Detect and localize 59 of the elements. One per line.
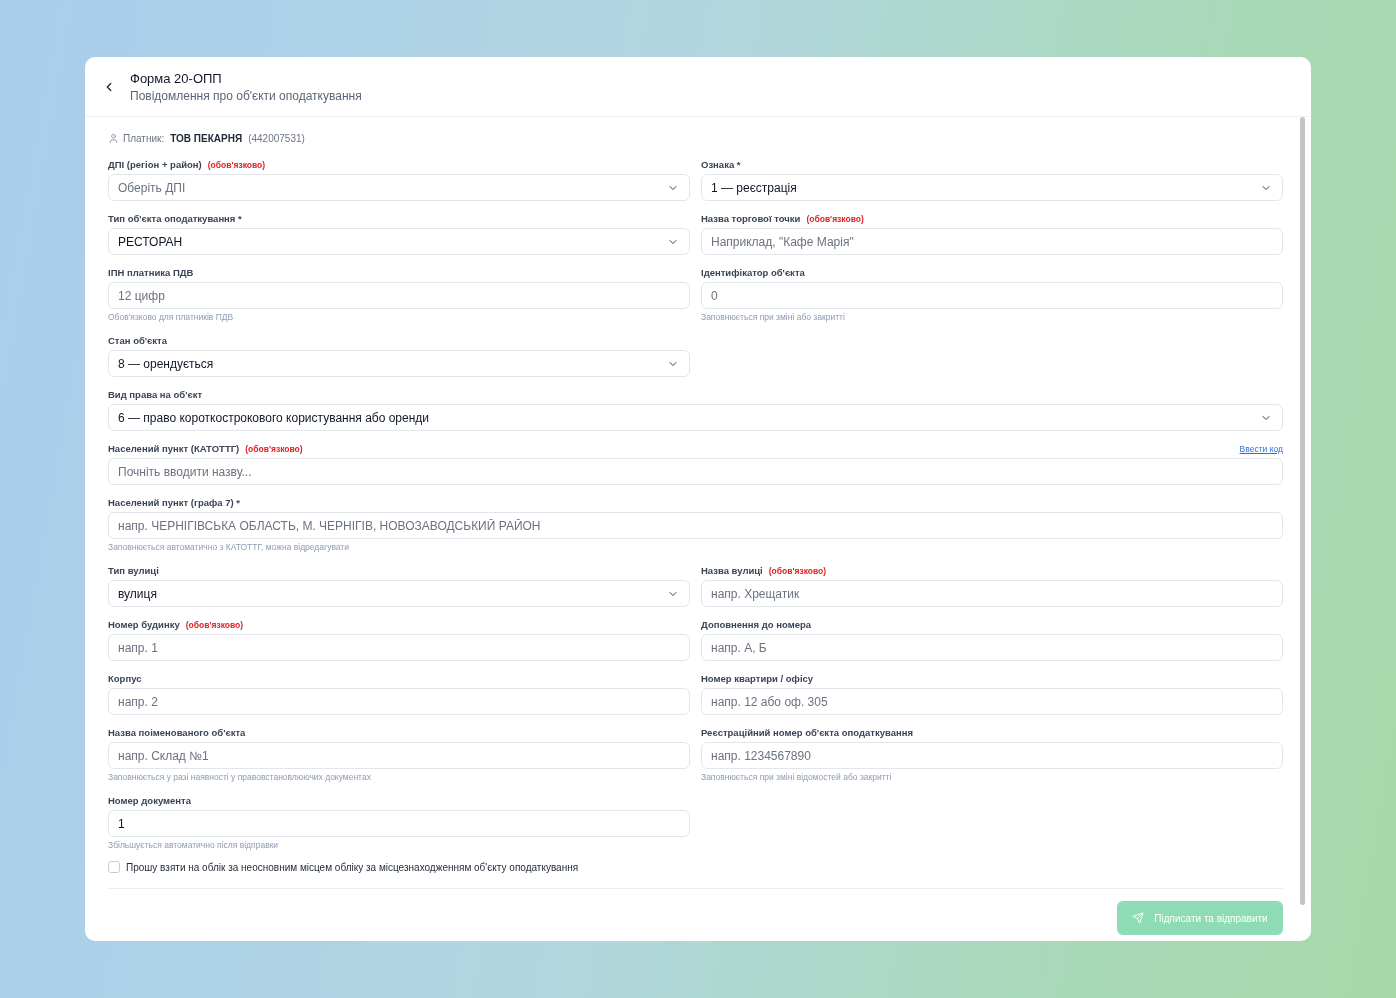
field-label: Населений пункт (КАТОТТГ) <box>108 443 240 455</box>
text-input[interactable]: 12 цифр <box>108 282 690 310</box>
field-label: Номер будинку <box>108 619 180 631</box>
text-input[interactable]: Почніть вводити назву... <box>108 458 1283 486</box>
field-label: Номер квартири / офісу <box>701 673 814 685</box>
text-input[interactable]: напр. ЧЕРНІГІВСЬКА ОБЛАСТЬ, М. ЧЕРНІГІВ, НОВОЗАВОДСЬКИЙ РАЙОН <box>108 512 1283 540</box>
field-label: Тип об'єкта оподаткування * <box>108 213 242 225</box>
text-input[interactable]: 1 <box>108 810 690 838</box>
field-hint: Збільшується автоматично після відправки <box>108 840 280 852</box>
select-field[interactable]: 8 — орендується <box>108 350 690 378</box>
field-label: Населений пункт (графа 7) * <box>108 497 240 509</box>
required-note: (обов'язково) <box>806 213 864 224</box>
enter-code-link[interactable]: Ввести код <box>1239 443 1283 454</box>
text-input[interactable]: напр. Склад №1 <box>108 742 690 770</box>
field-hint: Заповнюється при зміні або закритті <box>701 312 846 324</box>
payer-label: Платник: <box>123 133 165 145</box>
field-label: Стан об'єкта <box>108 335 168 347</box>
user-icon <box>108 133 119 145</box>
checkbox[interactable] <box>108 861 120 874</box>
field-label: Тип вулиці <box>108 565 159 577</box>
text-input[interactable]: напр. 1234567890 <box>701 742 1283 770</box>
select-field[interactable]: 6 — право короткострокового користування або оренди <box>108 404 1283 432</box>
field-hint: Обов'язково для платників ПДВ <box>108 312 235 324</box>
required-note: (обов'язково) <box>185 619 244 630</box>
select-field[interactable]: Оберіть ДПІ <box>108 174 690 202</box>
text-input[interactable]: Наприклад, "Кафе Марія" <box>701 228 1283 256</box>
form-title: Форма 20-ОПП <box>130 70 223 86</box>
field-label: Вид права на об'єкт <box>108 389 203 401</box>
text-input[interactable]: напр. Хрещатик <box>701 580 1283 608</box>
text-input[interactable]: напр. 1 <box>108 634 690 662</box>
field-label: Номер документа <box>108 795 192 807</box>
required-note: (обов'язково) <box>768 565 827 576</box>
field-label: Корпус <box>108 673 142 685</box>
field-label: Реєстраційний номер об'єкта оподаткування <box>701 727 913 739</box>
select-field[interactable]: вулиця <box>108 580 690 608</box>
send-icon <box>1132 912 1145 924</box>
text-input[interactable]: напр. 2 <box>108 688 690 716</box>
select-field[interactable]: РЕСТОРАН <box>108 228 690 256</box>
text-input[interactable]: 0 <box>701 282 1283 310</box>
field-label: Доповнення до номера <box>701 619 812 631</box>
field-label: Ідентифікатор об'єкта <box>701 267 805 279</box>
required-note: (обов'язково) <box>207 159 266 170</box>
field-hint: Заповнюється автоматично з КАТОТТГ, можна відредагувати <box>108 542 350 554</box>
field-label: Ознака * <box>701 159 741 171</box>
text-input[interactable]: напр. А, Б <box>701 634 1283 662</box>
field-label: ДПІ (регіон + район) <box>108 159 202 171</box>
field-label: Назва торгової точки <box>701 213 801 225</box>
field-hint: Заповнюється при зміні відомостей або закритті <box>701 772 893 784</box>
text-input[interactable]: напр. 12 або оф. 305 <box>701 688 1283 716</box>
field-label: Назва поіменованого об'єкта <box>108 727 246 739</box>
field-hint: Заповнюється у разі наявності у правовстановлюючих документах <box>108 772 372 784</box>
form-subtitle: Повідомлення про об'єкти оподаткування <box>130 88 362 103</box>
field-label: Назва вулиці <box>701 565 763 577</box>
payer-code: (442007531) <box>248 133 305 145</box>
required-note: (обов'язково) <box>245 443 303 454</box>
field-label: ІПН платника ПДВ <box>108 267 194 279</box>
payer-name: ТОВ ПЕКАРНЯ <box>170 133 243 145</box>
checkbox-label: Прошу взяти на облік за неосновним місцем обліку за місцезнаходженням об'єкту оподаткування <box>126 861 579 873</box>
select-field[interactable]: 1 — реєстрація <box>701 174 1283 202</box>
